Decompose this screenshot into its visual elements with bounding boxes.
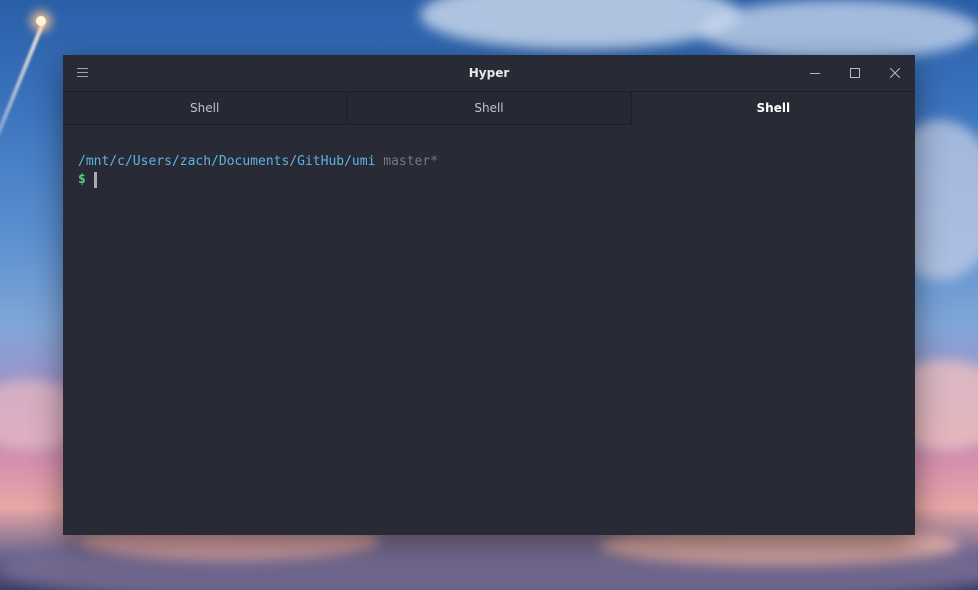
comet-glow [36, 16, 46, 26]
wallpaper-cloud [700, 0, 978, 60]
maximize-icon [850, 68, 860, 78]
tab-shell-3[interactable]: Shell [631, 92, 915, 125]
prompt-path-line: /mnt/c/Users/zach/Documents/GitHub/umi m… [78, 153, 900, 171]
git-branch: master* [383, 154, 439, 169]
hamburger-menu-icon[interactable] [77, 68, 88, 77]
current-directory: /mnt/c/Users/zach/Documents/GitHub/umi [78, 154, 376, 169]
window-titlebar[interactable]: Hyper [63, 55, 915, 91]
text-cursor [93, 172, 97, 188]
comet-trail [0, 20, 46, 198]
tab-shell-1[interactable]: Shell [63, 92, 348, 125]
hyper-window: Hyper Shell Shell Shell /mnt/c/Users/zac… [63, 55, 915, 535]
maximize-button[interactable] [835, 55, 875, 91]
close-button[interactable] [875, 55, 915, 91]
close-icon [890, 68, 900, 78]
tab-bar: Shell Shell Shell [63, 91, 915, 125]
wallpaper-cloud [420, 0, 740, 50]
minimize-button[interactable] [795, 55, 835, 91]
tab-shell-2[interactable]: Shell [347, 92, 632, 125]
window-title: Hyper [468, 66, 510, 80]
prompt-symbol: $ [78, 172, 86, 187]
window-controls [795, 55, 915, 91]
prompt-line: $ [78, 171, 900, 189]
minimize-icon [810, 73, 820, 74]
terminal-area[interactable]: /mnt/c/Users/zach/Documents/GitHub/umi m… [63, 125, 915, 189]
